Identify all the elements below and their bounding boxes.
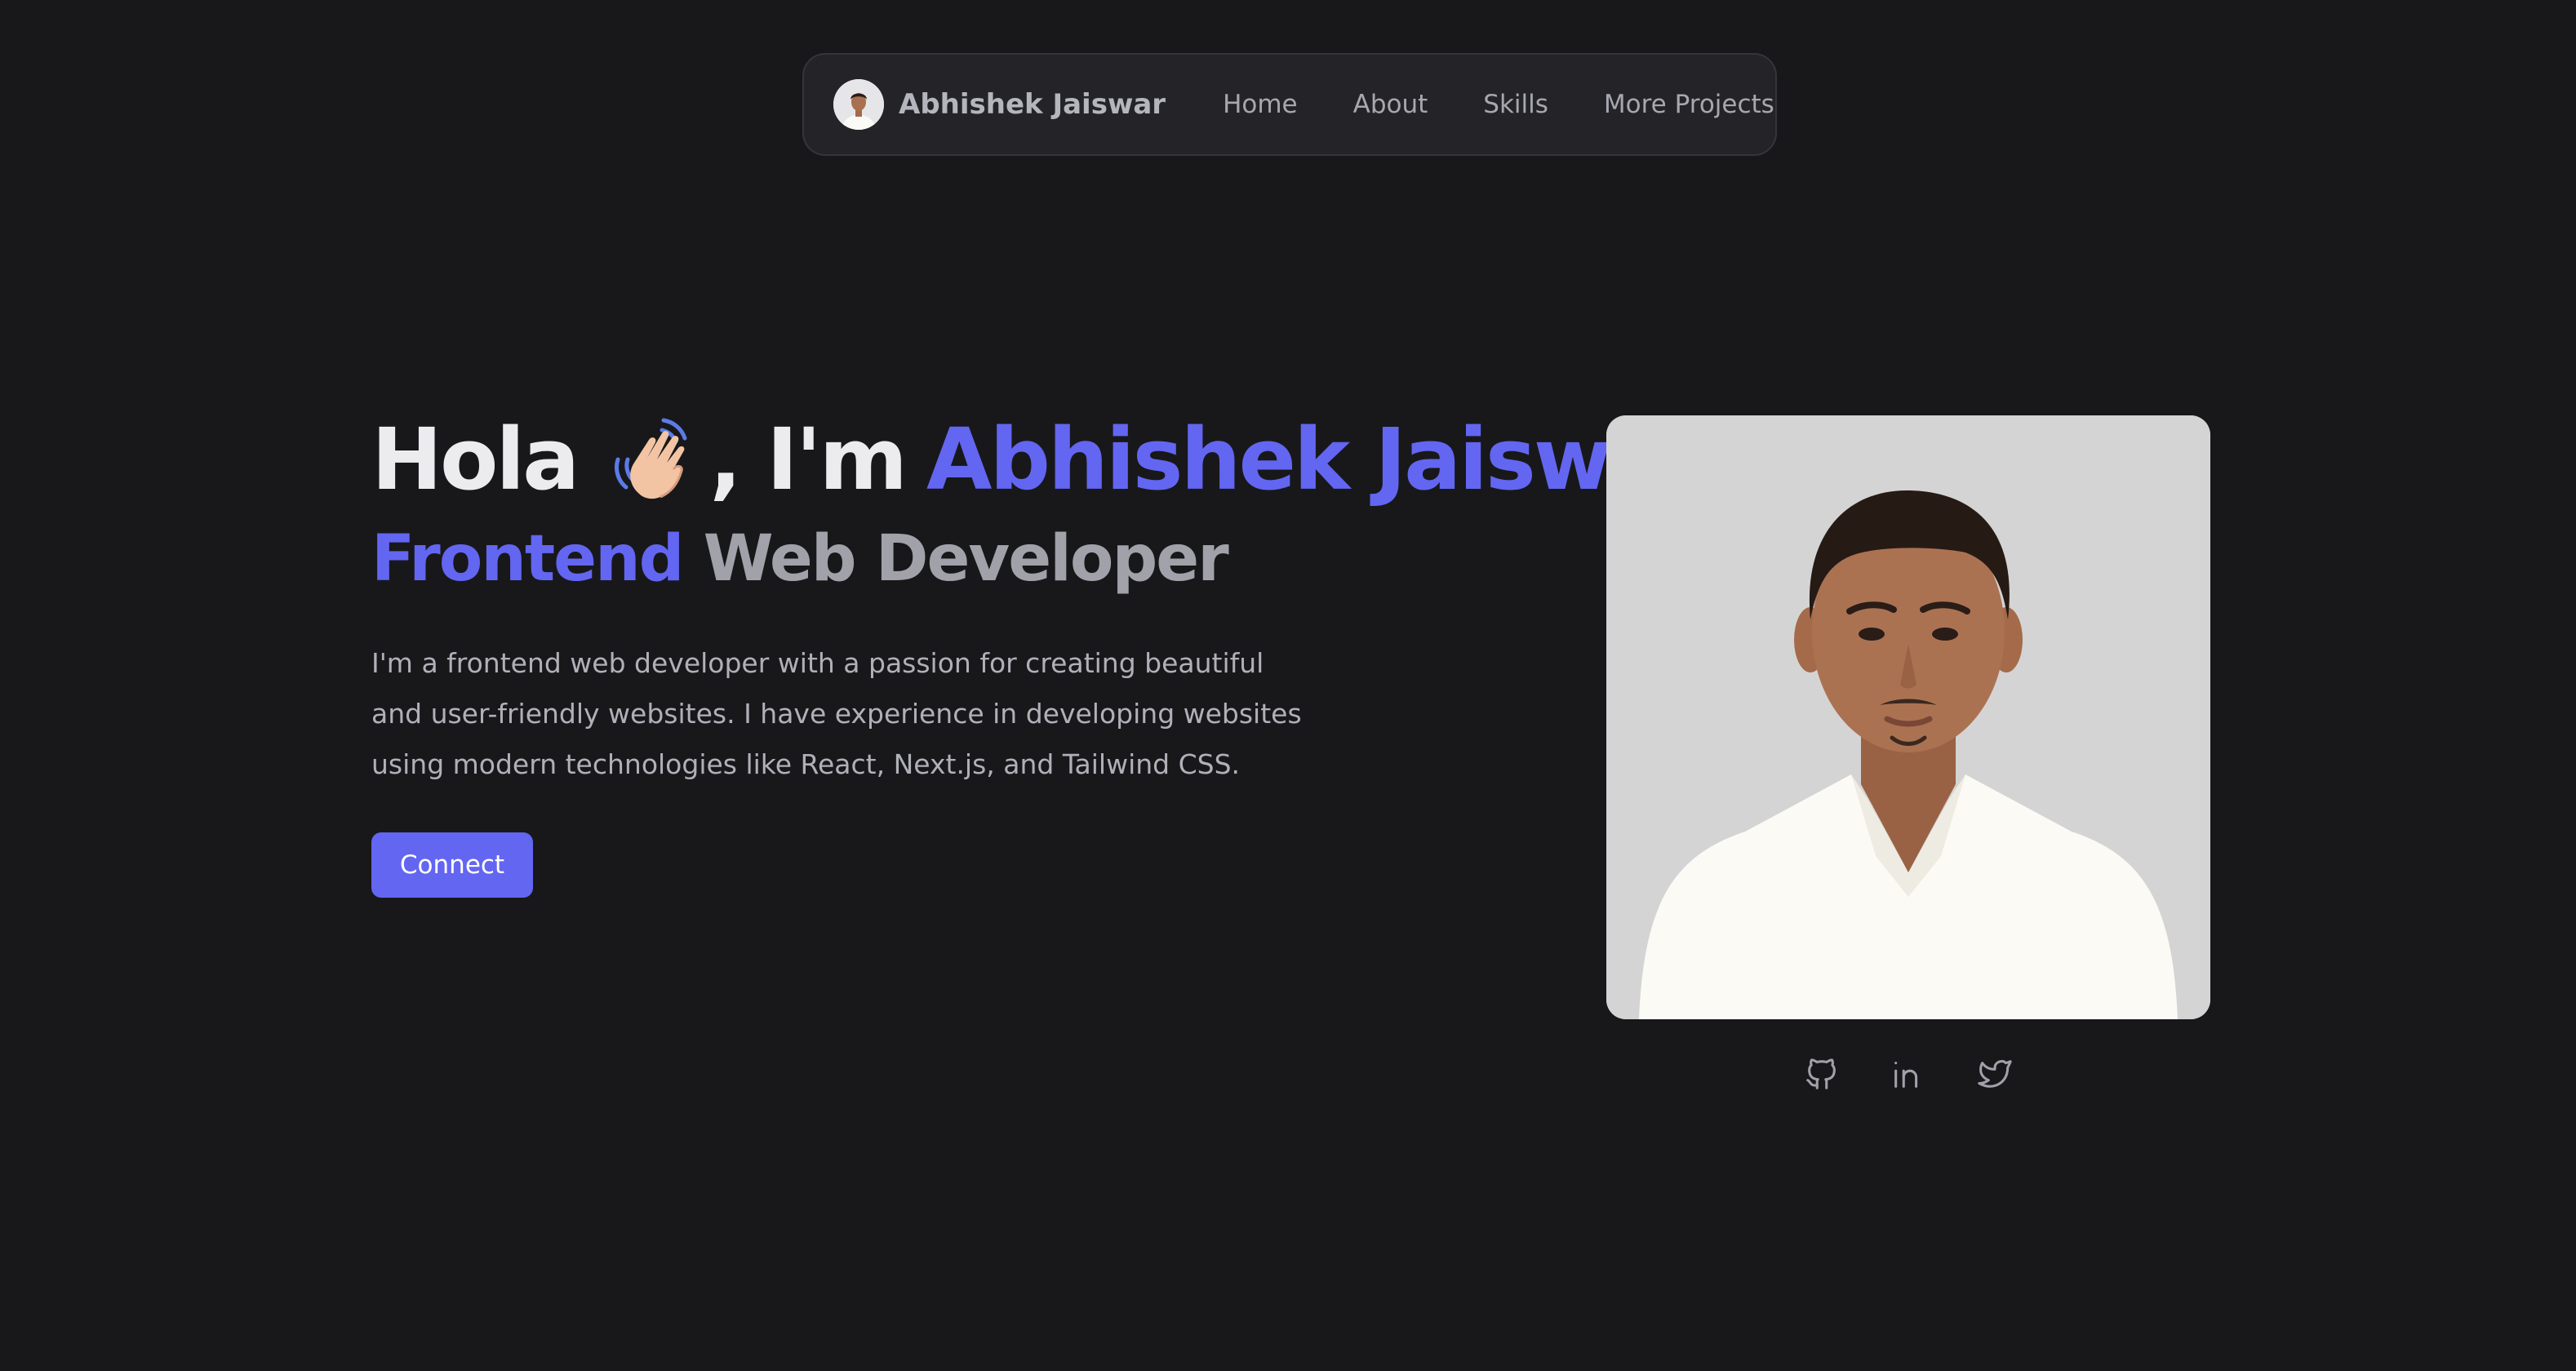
profile-portrait bbox=[1606, 415, 2210, 1019]
navbar: Abhishek Jaiswar Home About Skills More … bbox=[802, 53, 1777, 156]
brand-name: Abhishek Jaiswar bbox=[899, 88, 1166, 121]
greeting-suffix: , I'm bbox=[709, 410, 908, 509]
hero-subtitle: Frontend Web Developer bbox=[371, 522, 1229, 596]
linkedin-icon bbox=[1894, 1062, 1918, 1088]
profile-photo bbox=[1606, 415, 2210, 1019]
social-links bbox=[1801, 1053, 2016, 1095]
nav-link-skills[interactable]: Skills bbox=[1455, 90, 1576, 119]
nav-link-home[interactable]: Home bbox=[1195, 90, 1326, 119]
avatar-portrait bbox=[833, 79, 884, 130]
waving-hand-icon bbox=[606, 412, 701, 507]
nav-link-more-projects[interactable]: More Projects bbox=[1576, 90, 1802, 119]
page: Abhishek Jaiswar Home About Skills More … bbox=[0, 0, 2576, 1371]
twitter-icon bbox=[1978, 1059, 2012, 1088]
twitter-link[interactable] bbox=[1974, 1053, 2016, 1095]
hero-name: Abhishek Jaiswar bbox=[926, 410, 1706, 509]
connect-button[interactable]: Connect bbox=[371, 832, 533, 898]
avatar bbox=[833, 79, 884, 130]
role-rest: Web Developer bbox=[703, 522, 1229, 596]
nav-links: Home About Skills More Projects bbox=[1195, 90, 1802, 119]
github-link[interactable] bbox=[1801, 1053, 1843, 1095]
hero-title: Hola , I'm Abhishek Jaiswar bbox=[371, 410, 1706, 509]
hero-description: I'm a frontend web developer with a pass… bbox=[371, 647, 1302, 780]
nav-link-about[interactable]: About bbox=[1326, 90, 1456, 119]
github-icon bbox=[1806, 1058, 1836, 1089]
greeting-text: Hola bbox=[371, 410, 580, 509]
linkedin-link[interactable] bbox=[1887, 1053, 1930, 1095]
brand-link[interactable]: Abhishek Jaiswar bbox=[833, 79, 1166, 130]
role-accent: Frontend bbox=[371, 522, 684, 596]
